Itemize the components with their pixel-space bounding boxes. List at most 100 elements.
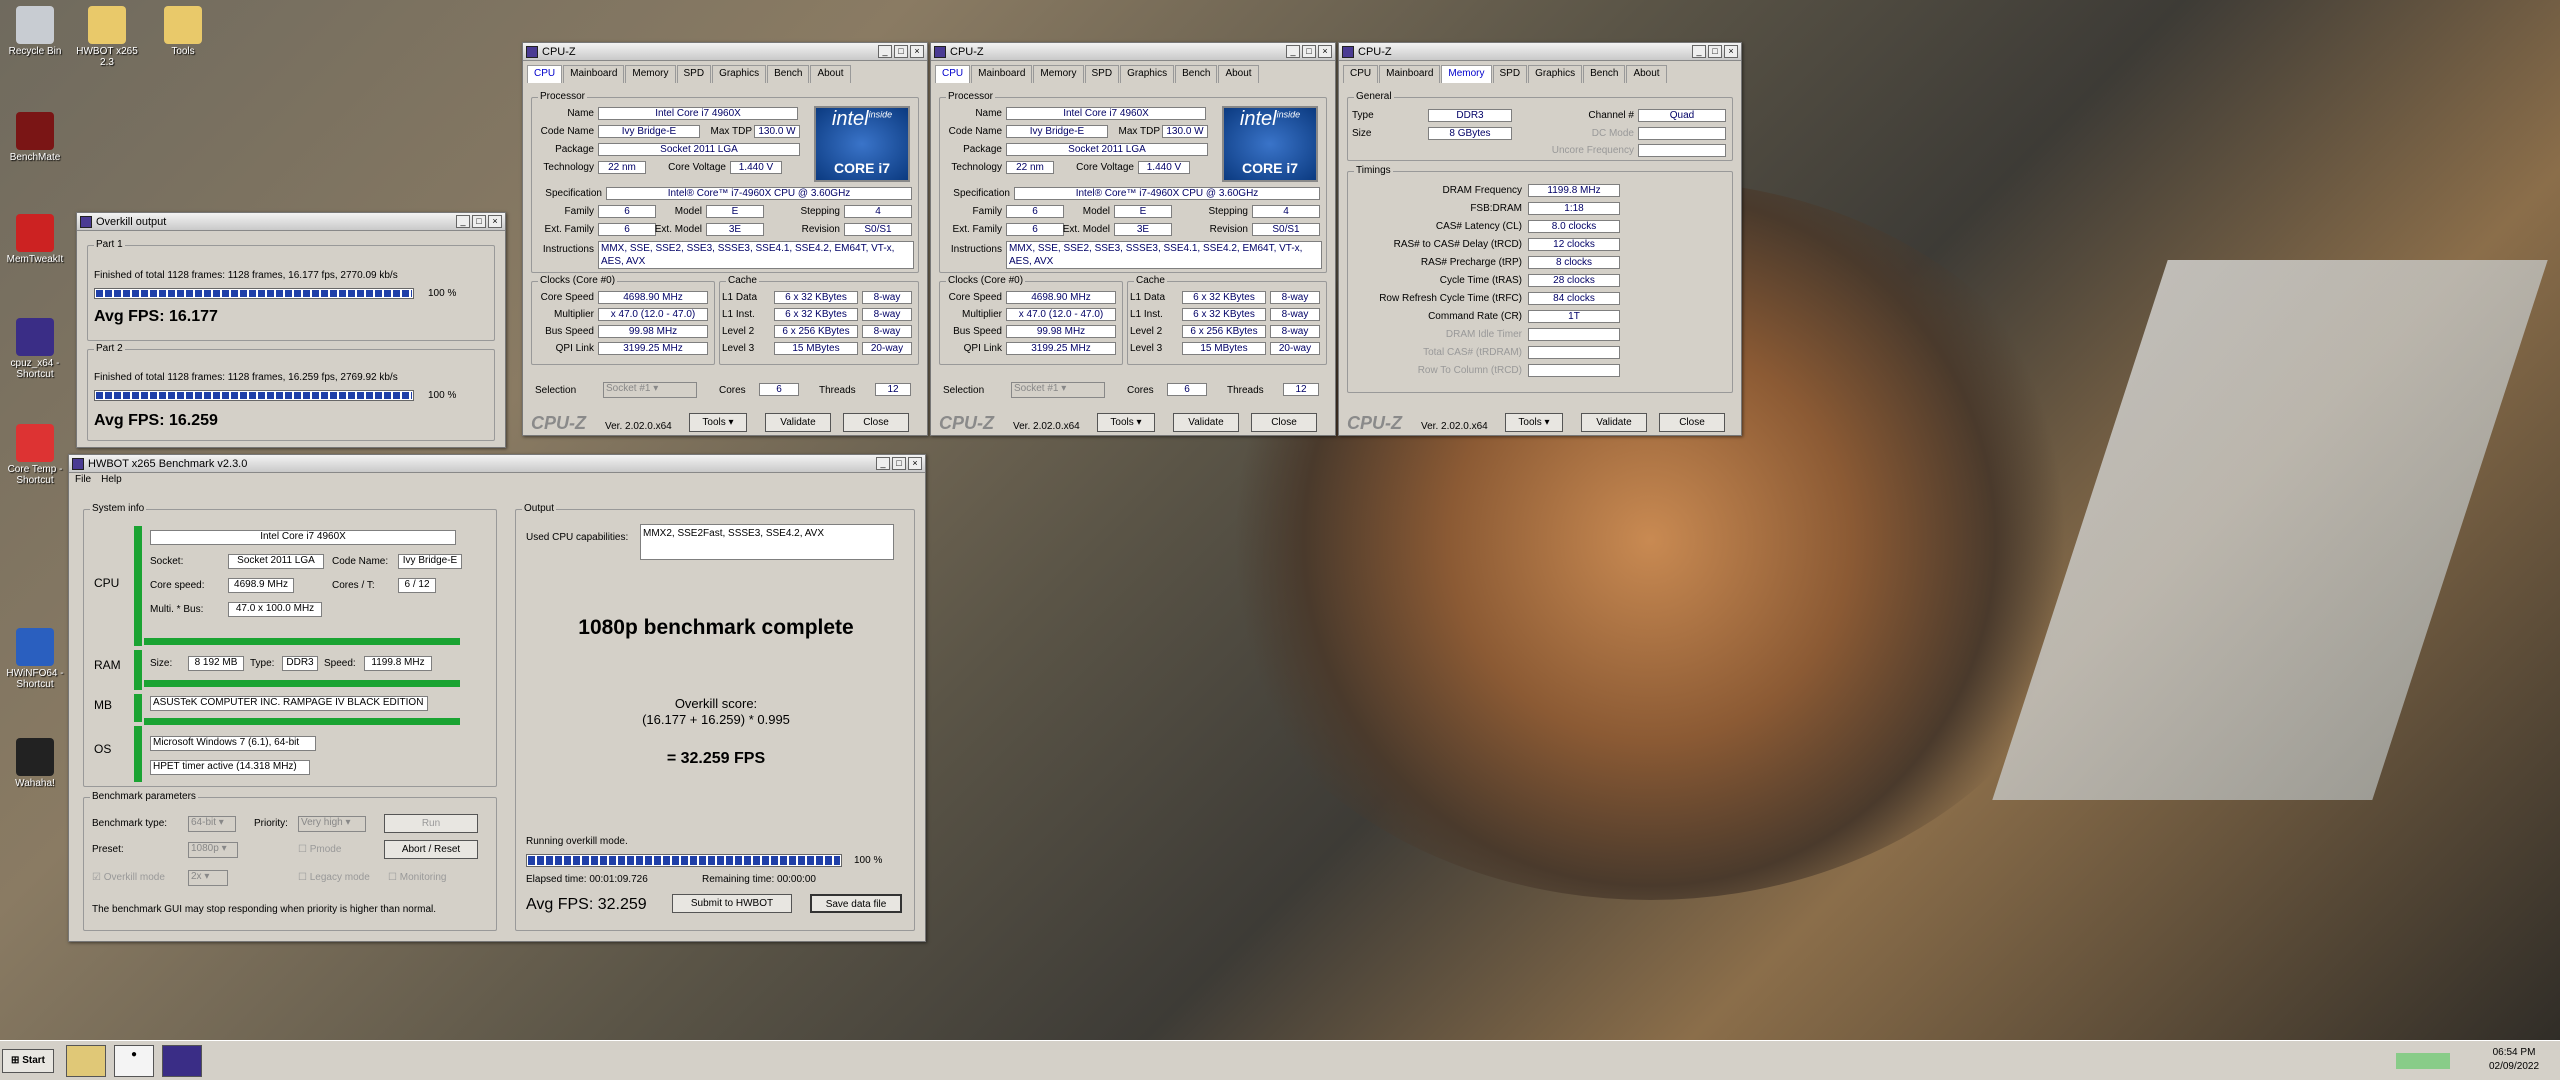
recycle-bin-icon — [16, 6, 54, 44]
cores-threads-value: 6 / 12 — [398, 578, 436, 593]
title-bar[interactable]: HWBOT x265 Benchmark v2.3.0 _ □ × — [69, 455, 925, 473]
pmode-checkbox[interactable]: ☐ Pmode — [298, 844, 341, 855]
tab-graphics[interactable]: Graphics — [712, 65, 767, 83]
desktop-icon-cpuz[interactable]: cpuz_x64 - Shortcut — [0, 318, 70, 380]
tab-about[interactable]: About — [1626, 65, 1667, 83]
maximize-button[interactable]: □ — [1302, 45, 1316, 58]
tools-button[interactable]: Tools ▾ — [689, 413, 747, 432]
tab-bench[interactable]: Bench — [767, 65, 810, 83]
submit-to-hwbot-button[interactable]: Submit to HWBOT — [672, 894, 792, 913]
tab-graphics[interactable]: Graphics — [1528, 65, 1583, 83]
tab-memory[interactable]: Memory — [1441, 65, 1492, 83]
desktop-icon-recycle-bin[interactable]: Recycle Bin — [0, 6, 70, 57]
cache-group: Cache L1 Data 6 x 32 KBytes 8-way L1 Inst. 6 … — [719, 275, 919, 365]
overkill-select[interactable]: 2x ▾ — [188, 870, 228, 886]
close-button[interactable]: × — [1318, 45, 1332, 58]
tab-graphics[interactable]: Graphics — [1120, 65, 1175, 83]
close-window-button[interactable]: Close — [1659, 413, 1725, 432]
tab-bench[interactable]: Bench — [1175, 65, 1218, 83]
minimize-button[interactable]: _ — [456, 215, 470, 228]
minimize-button[interactable]: _ — [1286, 45, 1300, 58]
desktop-icon-tools[interactable]: Tools — [148, 6, 218, 57]
validate-button[interactable]: Validate — [765, 413, 831, 432]
cpuz-cpu-window-1[interactable]: CPU-Z _ □ × CPU Mainboard Memory SPD Graphics Ben… — [522, 42, 928, 436]
desktop-icon-hwbot[interactable]: HWBOT x265 2.3 — [72, 6, 142, 68]
tab-spd[interactable]: SPD — [1084, 65, 1120, 83]
tab-cpu[interactable]: CPU — [1343, 65, 1379, 83]
tab-mainboard[interactable]: Mainboard — [1379, 65, 1441, 83]
tab-memory[interactable]: Memory — [625, 65, 676, 83]
title-bar[interactable]: Overkill output _ □ × — [77, 213, 505, 231]
close-button[interactable]: × — [1724, 45, 1738, 58]
maximize-button[interactable]: □ — [472, 215, 486, 228]
timing-label: DRAM Frequency — [1442, 185, 1522, 196]
desktop-icon-hwinfo[interactable]: HWiNFO64 - Shortcut — [0, 628, 70, 690]
monitoring-checkbox[interactable]: ☐ Monitoring — [388, 872, 446, 883]
taskbar-explorer-icon[interactable] — [66, 1045, 106, 1077]
tab-cpu[interactable]: CPU — [935, 65, 971, 83]
socket-selection-select[interactable]: Socket #1 ▾ — [603, 382, 697, 398]
taskbar-cpuz-icon[interactable] — [162, 1045, 202, 1077]
cpu-capabilities-value: MMX2, SSE2Fast, SSSE3, SSE4.2, AVX — [640, 524, 894, 560]
overkill-mode-checkbox[interactable]: ☑ Overkill mode — [92, 872, 165, 883]
hwbot-x265-window[interactable]: HWBOT x265 Benchmark v2.3.0 _ □ × File Help … — [68, 454, 926, 942]
tray-icons[interactable] — [2396, 1053, 2450, 1069]
close-button[interactable]: × — [908, 457, 922, 470]
minimize-button[interactable]: _ — [1692, 45, 1706, 58]
ram-green-bar — [134, 650, 142, 690]
close-button[interactable]: × — [488, 215, 502, 228]
socket-selection-select[interactable]: Socket #1 ▾ — [1011, 382, 1105, 398]
title-bar[interactable]: CPU-Z _ □ × — [1339, 43, 1741, 61]
tab-about[interactable]: About — [1218, 65, 1259, 83]
ext-family-value: 6 — [1006, 223, 1064, 236]
cpuz-memory-window[interactable]: CPU-Z _ □ × CPU Mainboard Memory SPD Graphics Be… — [1338, 42, 1742, 436]
maximize-button[interactable]: □ — [892, 457, 906, 470]
clocks-group: Clocks (Core #0) Core Speed 4698.90 MHz Mul… — [531, 275, 715, 365]
abort-reset-button[interactable]: Abort / Reset — [384, 840, 478, 859]
validate-button[interactable]: Validate — [1581, 413, 1647, 432]
timing-value — [1528, 346, 1620, 359]
close-button[interactable]: × — [910, 45, 924, 58]
package-value: Socket 2011 LGA — [1006, 143, 1208, 156]
tab-mainboard[interactable]: Mainboard — [563, 65, 625, 83]
legacy-mode-checkbox[interactable]: ☐ Legacy mode — [298, 872, 370, 883]
desktop-icon-memtweakit[interactable]: MemTweakIt — [0, 214, 70, 265]
desktop-icon-benchmate[interactable]: BenchMate — [0, 112, 70, 163]
overkill-output-window[interactable]: Overkill output _ □ × Part 1 Finished of to… — [76, 212, 506, 448]
tools-button[interactable]: Tools ▾ — [1097, 413, 1155, 432]
tab-mainboard[interactable]: Mainboard — [971, 65, 1033, 83]
title-bar[interactable]: CPU-Z _ □ × — [931, 43, 1335, 61]
tools-button[interactable]: Tools ▾ — [1505, 413, 1563, 432]
save-data-file-button[interactable]: Save data file — [810, 894, 902, 913]
minimize-button[interactable]: _ — [878, 45, 892, 58]
run-button[interactable]: Run — [384, 814, 478, 833]
taskbar-hwbot-icon[interactable]: ● — [114, 1045, 154, 1077]
part1-avg-fps: Avg FPS: 16.177 — [94, 308, 218, 325]
timing-value — [1528, 364, 1620, 377]
menu-file[interactable]: File — [75, 474, 91, 485]
close-window-button[interactable]: Close — [843, 413, 909, 432]
timing-label: Total CAS# (tRDRAM) — [1423, 347, 1522, 358]
close-window-button[interactable]: Close — [1251, 413, 1317, 432]
tab-bench[interactable]: Bench — [1583, 65, 1626, 83]
desktop-icon-coretemp[interactable]: Core Temp - Shortcut — [0, 424, 70, 486]
tab-spd[interactable]: SPD — [676, 65, 712, 83]
tab-spd[interactable]: SPD — [1492, 65, 1528, 83]
minimize-button[interactable]: _ — [876, 457, 890, 470]
tab-cpu[interactable]: CPU — [527, 65, 563, 83]
start-button[interactable]: ⊞ Start — [2, 1049, 54, 1073]
tab-memory[interactable]: Memory — [1033, 65, 1084, 83]
validate-button[interactable]: Validate — [1173, 413, 1239, 432]
benchmark-type-select[interactable]: 64-bit ▾ — [188, 816, 236, 832]
menu-help[interactable]: Help — [101, 474, 122, 485]
cpuz-cpu-window-2[interactable]: CPU-Z _ □ × CPU Mainboard Memory SPD Graphics Ben… — [930, 42, 1336, 436]
maximize-button[interactable]: □ — [1708, 45, 1722, 58]
tab-bar: CPU Mainboard Memory SPD Graphics Bench About — [523, 61, 927, 83]
max-tdp-value: 130.0 W — [1162, 125, 1208, 138]
preset-select[interactable]: 1080p ▾ — [188, 842, 238, 858]
priority-select[interactable]: Very high ▾ — [298, 816, 366, 832]
maximize-button[interactable]: □ — [894, 45, 908, 58]
title-bar[interactable]: CPU-Z _ □ × — [523, 43, 927, 61]
tab-about[interactable]: About — [810, 65, 851, 83]
desktop-icon-wahaha[interactable]: Wahaha! — [0, 738, 70, 789]
